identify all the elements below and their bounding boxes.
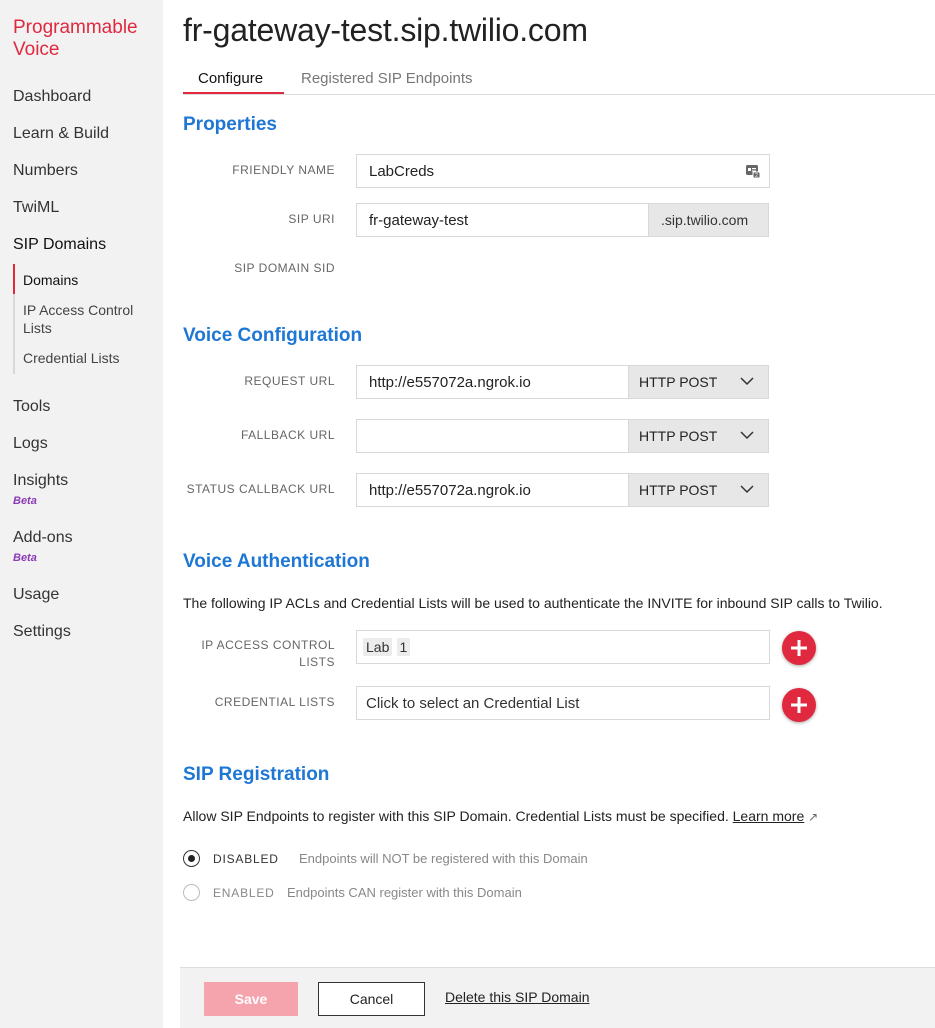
request-url-label: REQUEST URL <box>244 374 335 388</box>
sidebar: Programmable Voice Dashboard Learn & Bui… <box>0 0 163 1028</box>
ip-access-control-lists-label: IP ACCESS CONTROL LISTS <box>201 637 335 671</box>
tab-configure[interactable]: Configure <box>198 70 263 87</box>
chevron-down-icon <box>740 482 754 499</box>
status-callback-url-input[interactable]: http://e557072a.ngrok.io <box>356 473 629 507</box>
section-title-sip-registration: SIP Registration <box>183 764 330 785</box>
fallback-url-label: FALLBACK URL <box>240 428 335 442</box>
sidebar-item-settings[interactable]: Settings <box>13 623 71 641</box>
status-callback-method-value: HTTP POST <box>639 482 718 498</box>
friendly-name-input[interactable]: LabCreds 2 <box>356 154 770 188</box>
status-callback-method-select[interactable]: HTTP POST <box>629 473 769 507</box>
sidebar-subitem-credential-lists[interactable]: Credential Lists <box>23 349 120 367</box>
cancel-button[interactable]: Cancel <box>318 982 425 1016</box>
radio-enabled[interactable] <box>183 884 200 901</box>
beta-badge: Beta <box>13 495 37 507</box>
external-link-icon: ↗ <box>808 810 819 824</box>
sip-uri-suffix: .sip.twilio.com <box>649 203 769 237</box>
sidebar-item-tools[interactable]: Tools <box>13 398 50 416</box>
product-title[interactable]: Programmable Voice <box>13 17 158 61</box>
page-title: fr-gateway-test.sip.twilio.com <box>183 12 588 48</box>
sidebar-item-add-ons[interactable]: Add-ons <box>13 529 73 547</box>
credential-lists-placeholder: Click to select an Credential List <box>366 695 580 712</box>
friendly-name-label: FRIENDLY NAME <box>232 163 335 177</box>
sip-uri-label: SIP URI <box>288 212 335 226</box>
request-method-select[interactable]: HTTP POST <box>629 365 769 399</box>
add-credential-list-button[interactable] <box>782 688 816 722</box>
radio-disabled-label[interactable]: DISABLED <box>213 852 279 866</box>
sidebar-item-usage[interactable]: Usage <box>13 586 59 604</box>
save-button[interactable]: Save <box>204 982 298 1016</box>
sidebar-item-numbers[interactable]: Numbers <box>13 162 78 180</box>
sip-registration-text: Allow SIP Endpoints to register with thi… <box>183 808 729 824</box>
subnav-indicator <box>13 264 15 374</box>
active-tab-indicator <box>183 92 284 94</box>
sidebar-item-twiml[interactable]: TwiML <box>13 199 59 217</box>
chevron-down-icon <box>740 428 754 445</box>
sidebar-subitem-domains[interactable]: Domains <box>23 271 78 289</box>
plus-circle-icon <box>791 640 807 656</box>
action-bar: Save Cancel Delete this SIP Domain <box>180 967 935 1028</box>
ip-acl-chip-name: Lab <box>366 639 390 655</box>
credential-lists-input[interactable]: Click to select an Credential List <box>356 686 770 720</box>
status-callback-url-value: http://e557072a.ngrok.io <box>369 482 531 499</box>
sip-uri-value: fr-gateway-test <box>369 212 469 229</box>
radio-disabled-description: Endpoints will NOT be registered with th… <box>299 851 588 866</box>
request-url-value: http://e557072a.ngrok.io <box>369 374 531 391</box>
credential-lists-label: CREDENTIAL LISTS <box>214 695 335 709</box>
ip-acl-label-line-2: LISTS <box>299 655 335 669</box>
tab-registered-sip-endpoints[interactable]: Registered SIP Endpoints <box>301 70 473 87</box>
sip-domain-sid-label: SIP DOMAIN SID <box>234 261 335 275</box>
request-method-value: HTTP POST <box>639 374 718 390</box>
request-url-input[interactable]: http://e557072a.ngrok.io <box>356 365 629 399</box>
ip-acl-chip[interactable]: 1 <box>396 638 411 656</box>
tabs-divider <box>183 94 935 95</box>
sidebar-item-sip-domains[interactable]: SIP Domains <box>13 236 106 254</box>
ip-acl-chip-count: 1 <box>399 639 408 655</box>
plus-circle-icon <box>791 697 807 713</box>
learn-more-link[interactable]: Learn more <box>733 808 805 824</box>
fallback-method-value: HTTP POST <box>639 428 718 444</box>
section-title-properties: Properties <box>183 114 277 135</box>
beta-badge: Beta <box>13 552 37 564</box>
sidebar-subitem-ip-access-control-lists[interactable]: IP Access Control Lists <box>23 301 148 337</box>
delete-sip-domain-link[interactable]: Delete this SIP Domain <box>445 989 589 1005</box>
sidebar-item-logs[interactable]: Logs <box>13 435 48 453</box>
section-title-voice-configuration: Voice Configuration <box>183 325 363 346</box>
ip-acl-label-line-1: IP ACCESS CONTROL <box>201 638 335 652</box>
ip-access-control-lists-input[interactable]: Lab 1 <box>356 630 770 664</box>
chevron-down-icon <box>740 374 754 391</box>
section-title-voice-authentication: Voice Authentication <box>183 551 370 572</box>
add-ip-acl-button[interactable] <box>782 631 816 665</box>
sip-registration-description: Allow SIP Endpoints to register with thi… <box>183 808 818 824</box>
sidebar-item-learn-build[interactable]: Learn & Build <box>13 125 109 143</box>
fallback-method-select[interactable]: HTTP POST <box>629 419 769 453</box>
sidebar-item-insights[interactable]: Insights <box>13 472 68 490</box>
sip-uri-input[interactable]: fr-gateway-test <box>356 203 649 237</box>
friendly-name-value: LabCreds <box>369 163 435 180</box>
sidebar-item-dashboard[interactable]: Dashboard <box>13 88 91 106</box>
voice-auth-description: The following IP ACLs and Credential Lis… <box>183 595 883 611</box>
fallback-url-input[interactable] <box>356 419 629 453</box>
subnav-active-marker <box>13 264 15 294</box>
radio-enabled-label[interactable]: ENABLED <box>213 886 275 900</box>
svg-text:2: 2 <box>755 173 758 179</box>
ip-acl-chip[interactable]: Lab <box>363 638 393 656</box>
contact-card-icon[interactable]: 2 <box>745 163 761 183</box>
status-callback-url-label: STATUS CALLBACK URL <box>186 482 335 496</box>
radio-disabled[interactable] <box>183 850 200 867</box>
radio-enabled-description: Endpoints CAN register with this Domain <box>287 885 522 900</box>
